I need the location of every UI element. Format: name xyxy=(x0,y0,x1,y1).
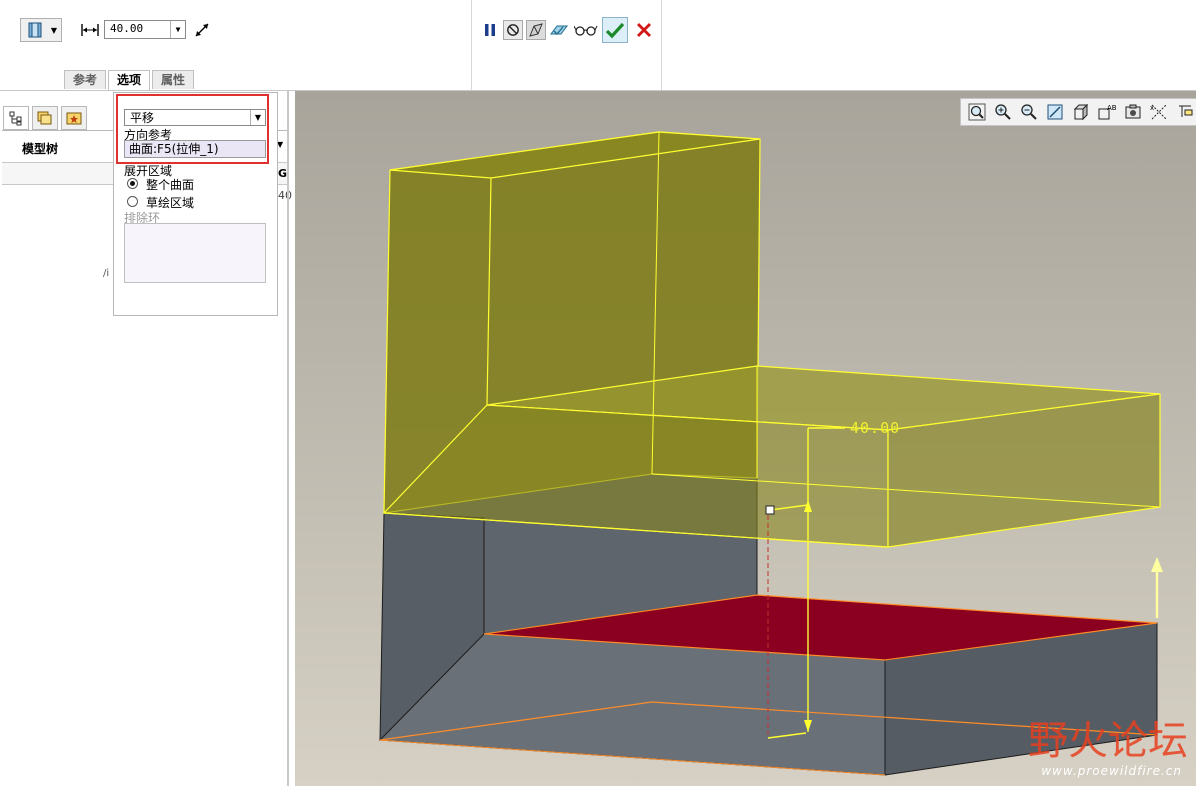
no-preview-icon[interactable] xyxy=(503,20,523,40)
dashboard-divider xyxy=(661,0,662,90)
surface-type-dropdown[interactable]: ▼ xyxy=(20,18,62,42)
annotation-display-icon[interactable] xyxy=(1172,101,1196,123)
favorites-tab[interactable] xyxy=(61,106,87,130)
brand-url-text: www.proewildfire.cn xyxy=(1041,764,1182,778)
view-toolbar: AB x xyxy=(960,98,1196,126)
dimension-value-label[interactable]: 40.00 xyxy=(850,419,900,437)
datum-display-icon[interactable]: x xyxy=(1146,101,1172,123)
feature-dashboard: ▼ 40.00 ▼ 参考 选项 属性 xyxy=(0,0,1196,91)
depth-icon xyxy=(80,20,100,40)
apply-checkmark-button[interactable] xyxy=(602,17,628,43)
exclude-loops-collector[interactable] xyxy=(124,223,266,283)
column-value-fragment: 40 xyxy=(278,189,292,202)
zoom-out-icon[interactable] xyxy=(1016,101,1042,123)
highlight-box xyxy=(116,94,269,164)
tab-properties[interactable]: 属性 xyxy=(152,70,195,89)
depth-value-input[interactable]: 40.00 ▼ xyxy=(104,20,186,39)
star-folder-icon xyxy=(66,112,82,125)
column-header-fragment: G xyxy=(278,167,288,180)
model-tree-tab[interactable] xyxy=(3,106,29,130)
model-tree-label: 模型树 xyxy=(22,142,59,156)
close-icon xyxy=(637,23,651,37)
graphics-viewport[interactable]: 40.00 xyxy=(295,91,1196,786)
brand-logo-text: 野火论坛 xyxy=(1028,718,1188,764)
repaint-icon[interactable] xyxy=(1042,101,1068,123)
layers-tab[interactable] xyxy=(32,106,58,130)
radio-whole-surface[interactable] xyxy=(127,178,138,189)
svg-text:AB: AB xyxy=(1107,104,1117,112)
cancel-x-button[interactable] xyxy=(634,20,654,40)
tree-icon xyxy=(9,111,22,126)
svg-text:x: x xyxy=(1150,104,1154,112)
tab-references[interactable]: 参考 xyxy=(64,70,107,89)
zoom-in-icon[interactable] xyxy=(990,101,1016,123)
pane-splitter[interactable] xyxy=(287,91,289,786)
radio-sketch-region[interactable] xyxy=(127,196,138,207)
render-icon[interactable] xyxy=(1120,101,1146,123)
attached-preview-icon[interactable] xyxy=(526,20,546,40)
depth-value-text: 40.00 xyxy=(110,22,144,35)
dashboard-tabs: 参考 选项 属性 xyxy=(64,70,196,90)
model-drawing xyxy=(378,131,1163,776)
folder-stack-icon xyxy=(37,111,52,125)
pause-icon[interactable] xyxy=(480,20,500,40)
drag-handle xyxy=(765,505,775,515)
glasses-preview-icon[interactable] xyxy=(573,20,599,40)
solid-surface-icon xyxy=(28,22,42,38)
chevron-down-icon[interactable]: ▼ xyxy=(170,21,185,38)
display-style-icon[interactable] xyxy=(1068,101,1094,123)
forum-watermark: 野火论坛 www.proewildfire.cn xyxy=(1012,718,1192,782)
verify-preview-icon[interactable] xyxy=(549,20,569,40)
radio-whole-surface-label: 整个曲面 xyxy=(146,178,195,192)
saved-views-icon[interactable]: AB xyxy=(1094,101,1120,123)
direction-arrow-head xyxy=(1151,557,1163,572)
radio-dot xyxy=(130,181,135,186)
flip-direction-icon[interactable] xyxy=(192,20,212,40)
chevron-down-icon: ▼ xyxy=(50,25,58,35)
tree-row-fragment: /i xyxy=(103,268,110,279)
zoom-fit-icon[interactable] xyxy=(964,101,990,123)
tab-options[interactable]: 选项 xyxy=(108,70,151,90)
dashboard-divider xyxy=(471,0,472,90)
checkmark-icon xyxy=(605,22,625,39)
